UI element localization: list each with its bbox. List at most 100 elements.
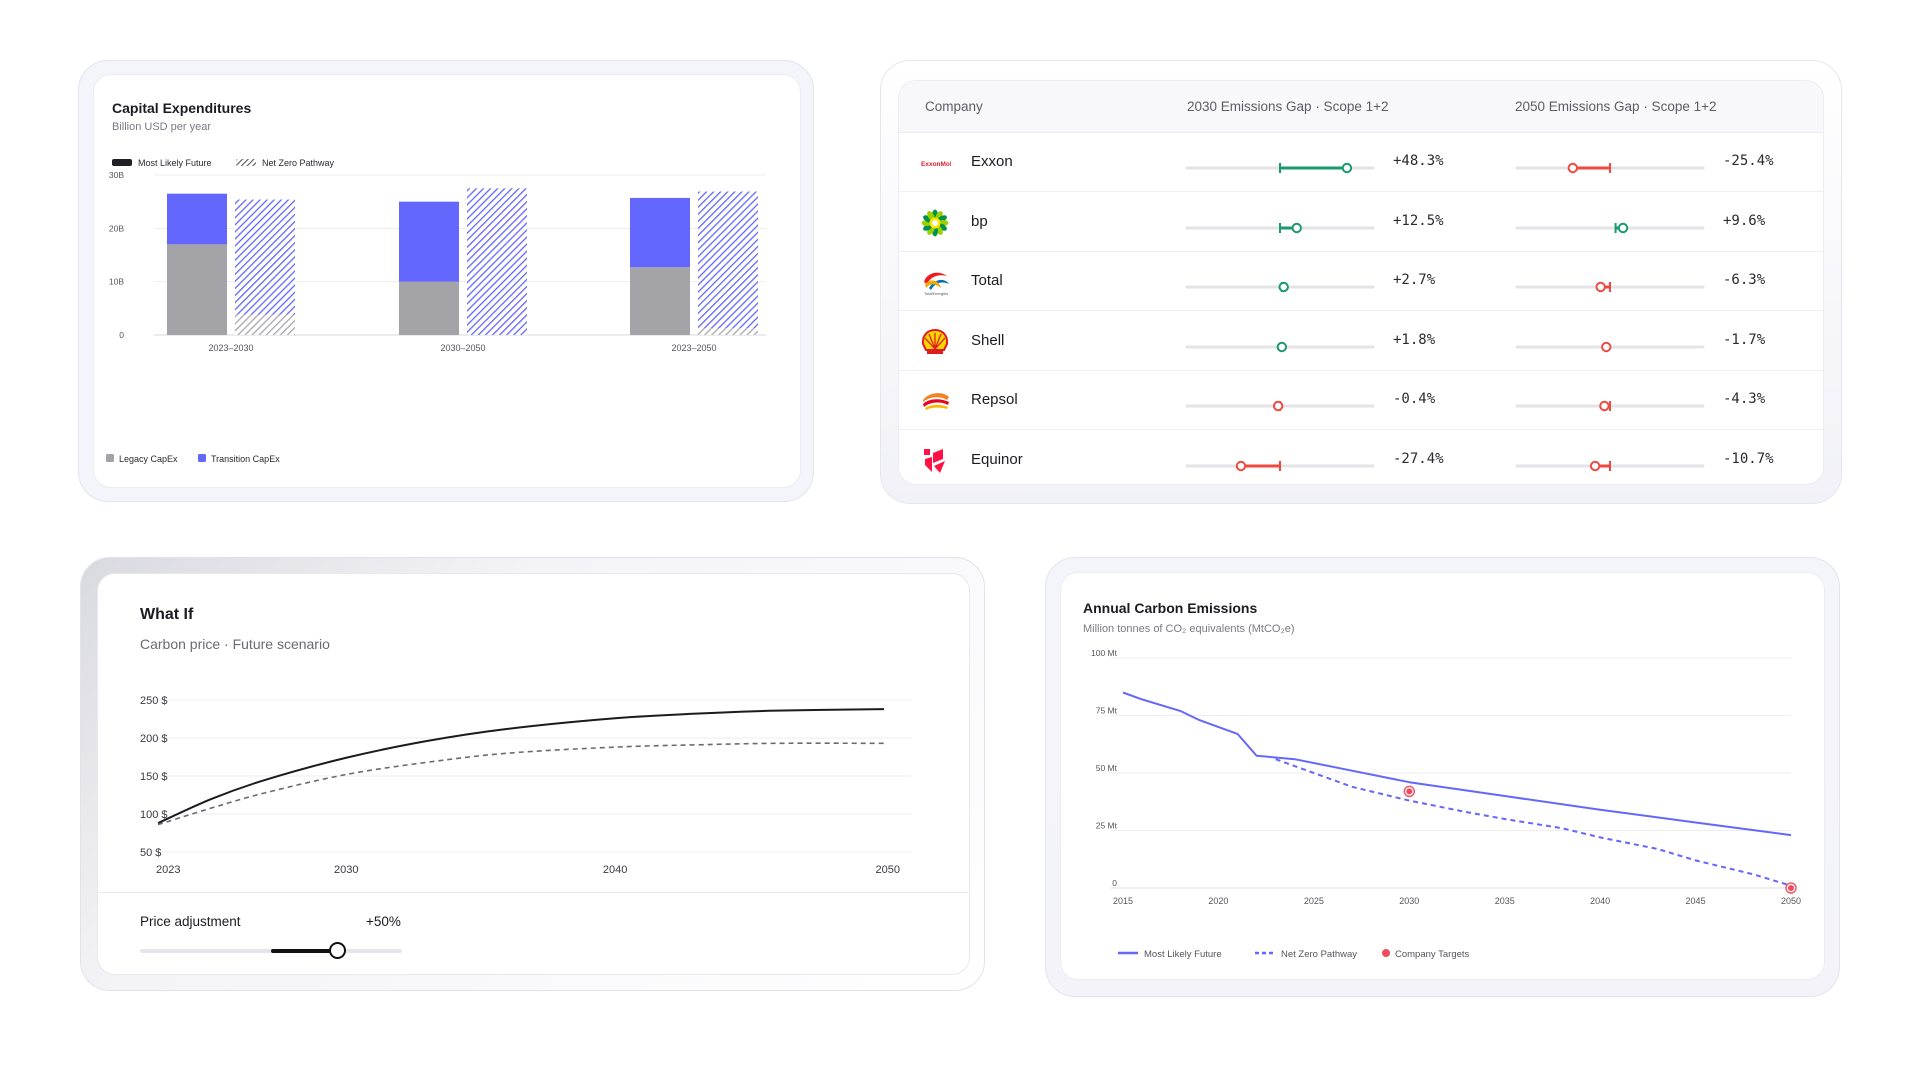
table-row[interactable]: TotalEnergies Total +2.7% -6.3% [899,252,1823,311]
capex-card: Capital Expenditures Billion USD per yea… [93,74,801,488]
gap-2050-value: -6.3% [1723,272,1766,288]
table-row[interactable]: Equinor -27.4% -10.7% [899,431,1823,485]
price-adjustment-label: Price adjustment [140,914,241,929]
bp-helios-logo-icon [921,209,949,237]
x-tick-label: 2015 [1113,896,1133,906]
svg-text:ExxonMobil: ExxonMobil [921,161,951,168]
gap-2030-value: +2.7% [1393,272,1436,288]
header-gap-2030: 2030 Emissions Gap · Scope 1+2 [1187,99,1389,114]
bar-legacy-net-zero [698,328,758,335]
x-tick-label: 2023–2030 [208,343,253,353]
bar-transition-net-zero [698,191,758,329]
price-line-solid [157,708,885,825]
gap-2050-value: +9.6% [1723,212,1766,229]
gap-2030-range [1185,222,1375,233]
x-tick-label: 2020 [1208,896,1228,906]
gap-2030-range [1185,400,1375,412]
legend-transition-label: Transition CapEx [211,454,280,464]
table-row[interactable]: ExxonMobil Exxon +48.3% -25.4% [899,133,1823,192]
svg-text:TotalEnergies: TotalEnergies [924,291,948,296]
most-likely-future-line [1122,691,1792,837]
gap-2030-range [1185,162,1375,174]
y-tick-label: 50 Mt [1096,763,1118,773]
legend-most-likely-label: Most Likely Future [138,158,212,168]
x-tick-label: 2025 [1304,896,1324,906]
y-tick-label: 25 Mt [1096,821,1118,831]
slider-fill [271,949,337,953]
carbon-price-chart: 50 $ 100 $ 150 $ 200 $ 250 $ 2023 2030 2040 2050 [140,695,911,876]
company-name: Equinor [971,450,1023,468]
whatif-card: What If Carbon price · Future scenario 5… [97,573,970,975]
gap-2030-value: +48.3% [1393,153,1444,169]
table-row[interactable]: bp +12.5% +9.6% [899,193,1823,252]
gap-2030-range [1185,460,1375,471]
gap-2030-value: +1.8% [1393,331,1436,348]
table-header: Company 2030 Emissions Gap · Scope 1+2 2… [899,81,1823,133]
y-tick-label: 0 [119,330,124,340]
y-tick-label: 10B [109,277,124,287]
legend-net-zero-label: Net Zero Pathway [262,158,335,168]
bar-legacy-most-likely [630,267,690,335]
gap-2050-range [1515,400,1705,412]
y-tick-label: 75 Mt [1096,706,1118,716]
gap-2050-value: -1.7% [1723,331,1766,348]
y-tick-label: 200 $ [140,733,168,745]
gap-2050-range [1515,281,1705,293]
gap-2050-value: -10.7% [1723,450,1774,467]
slider-thumb[interactable] [328,942,346,959]
gap-2030-value: +12.5% [1393,212,1444,229]
y-tick-label: 250 $ [140,695,168,707]
x-tick-label: 2030–2050 [440,343,485,353]
gap-2050-range [1515,222,1705,233]
bar-transition-net-zero [467,188,527,335]
gap-2050-range [1515,341,1705,352]
company-target-point [1788,885,1794,891]
table-row[interactable]: Shell +1.8% -1.7% [899,312,1823,371]
company-target-point [1406,788,1413,795]
y-tick-label: 20B [109,223,124,233]
emissions-gap-table: Company 2030 Emissions Gap · Scope 1+2 2… [898,80,1824,485]
company-name: bp [971,212,988,230]
price-line-dashed [157,742,885,826]
y-tick-label: 100 Mt [1091,648,1118,658]
legend-net-zero-label: Net Zero Pathway [1281,949,1357,960]
y-tick-label: 0 [1112,878,1117,888]
shell-logo-icon [921,328,949,356]
legend-company-targets-label: Company Targets [1395,949,1470,960]
annual-emissions-chart: 0 25 Mt 50 Mt 75 Mt 100 Mt 2015 2020 2025 2030 20… [1091,648,1801,960]
equinor-logo-icon [921,447,949,475]
y-tick-label: 30B [109,170,124,180]
gap-2050-range [1515,460,1705,471]
gap-2030-value: -27.4% [1393,450,1444,467]
x-tick-label: 2035 [1495,896,1515,906]
gap-2030-range [1185,341,1375,352]
x-tick-label: 2030 [334,864,358,876]
repsol-logo-icon [921,387,949,415]
legend-net-zero-swatch [236,159,256,166]
gap-2050-value: -4.3% [1723,391,1766,407]
emissions-card: Annual Carbon Emissions Million tonnes o… [1060,572,1825,980]
gap-2030-value: -0.4% [1393,391,1436,407]
legend-company-targets-dot [1382,949,1390,957]
company-name: Exxon [971,153,1013,170]
x-tick-label: 2040 [603,864,627,876]
bar-transition-most-likely [167,193,227,245]
gap-2050-value: -25.4% [1723,153,1774,169]
company-name: Total [971,272,1003,289]
bar-legacy-most-likely [399,281,459,335]
y-tick-label: 100 $ [140,809,168,821]
totalenergies-logo-icon: TotalEnergies [921,268,949,296]
legend-most-likely-label: Most Likely Future [1144,949,1222,960]
header-gap-2050: 2050 Emissions Gap · Scope 1+2 [1515,99,1717,114]
x-tick-label: 2023–2050 [671,343,716,353]
y-tick-label: 50 $ [140,847,161,859]
price-adjustment-slider[interactable] [140,942,402,959]
table-row[interactable]: Repsol -0.4% -4.3% [899,371,1823,430]
bar-legacy-net-zero [235,314,295,335]
bar-transition-most-likely [630,197,690,268]
divider [98,892,969,893]
price-adjustment-value: +50% [366,914,401,929]
legend-transition-swatch [198,454,206,462]
gap-2030-range [1185,281,1375,293]
x-tick-label: 2030 [1399,896,1419,906]
